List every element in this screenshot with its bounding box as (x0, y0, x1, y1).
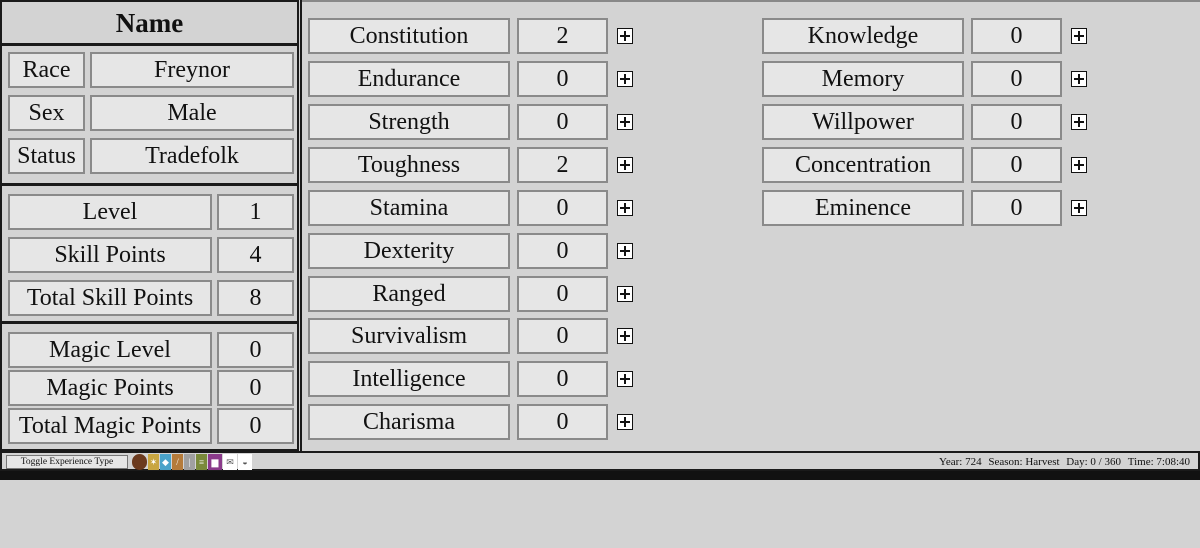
increase-intelligence-icon[interactable] (617, 371, 633, 387)
increase-knowledge-icon[interactable] (1071, 28, 1087, 44)
stat-memory-label: Memory (762, 61, 964, 97)
stat-dexterity-value: 0 (517, 233, 608, 269)
stat-memory-value: 0 (971, 61, 1062, 97)
bottom-divider (0, 471, 1200, 480)
stat-intelligence-value: 0 (517, 361, 608, 397)
status-label: Status (8, 138, 85, 174)
stat-endurance-value: 0 (517, 61, 608, 97)
level-panel: Level 1 Skill Points 4 Total Skill Point… (0, 184, 299, 323)
race-value: Freynor (90, 52, 294, 88)
torch-icon[interactable]: / (172, 454, 183, 470)
stat-willpower-value: 0 (971, 104, 1062, 140)
increase-endurance-icon[interactable] (617, 71, 633, 87)
stat-concentration-value: 0 (971, 147, 1062, 183)
stat-survivalism-label: Survivalism (308, 318, 510, 354)
magic-level-value: 0 (217, 332, 294, 368)
main-area-left-border (300, 0, 302, 451)
stat-strength-value: 0 (517, 104, 608, 140)
stat-dexterity-label: Dexterity (308, 233, 510, 269)
stat-survivalism-value: 0 (517, 318, 608, 354)
year-readout: Year: 724 (939, 456, 982, 468)
stat-stamina-label: Stamina (308, 190, 510, 226)
stat-intelligence-label: Intelligence (308, 361, 510, 397)
increase-stamina-icon[interactable] (617, 200, 633, 216)
increase-ranged-icon[interactable] (617, 286, 633, 302)
increase-eminence-icon[interactable] (1071, 200, 1087, 216)
magic-points-value: 0 (217, 370, 294, 406)
total-magic-points-value: 0 (217, 408, 294, 444)
blade-icon[interactable]: | (184, 454, 195, 470)
skill-points-value: 4 (217, 237, 294, 273)
sex-value: Male (90, 95, 294, 131)
chest-icon[interactable]: ▆ (208, 454, 222, 470)
character-name-heading: Name (115, 8, 184, 38)
stat-stamina-value: 0 (517, 190, 608, 226)
stat-charisma-value: 0 (517, 404, 608, 440)
stat-eminence-value: 0 (971, 190, 1062, 226)
stat-charisma-label: Charisma (308, 404, 510, 440)
time-readout: Time: 7:08:40 (1127, 456, 1190, 468)
stat-eminence-label: Eminence (762, 190, 964, 226)
magic-panel: Magic Level 0 Magic Points 0 Total Magic… (0, 322, 299, 451)
scroll-icon[interactable]: ≡ (196, 454, 207, 470)
level-label: Level (8, 194, 212, 230)
level-value: 1 (217, 194, 294, 230)
toggle-experience-type-button[interactable]: Toggle Experience Type (6, 455, 128, 469)
stat-constitution-label: Constitution (308, 18, 510, 54)
race-label: Race (8, 52, 85, 88)
character-info-panel: Race Freynor Sex Male Status Tradefolk (0, 44, 299, 185)
inventory-icon-strip: ✶ ◆ / | ≡ ▆ ✉ ◒ (132, 454, 253, 470)
pouch-icon[interactable]: ◒ (238, 454, 252, 470)
status-value: Tradefolk (90, 138, 294, 174)
letter-icon[interactable]: ✉ (223, 454, 237, 470)
stat-toughness-value: 2 (517, 147, 608, 183)
stat-endurance-label: Endurance (308, 61, 510, 97)
season-readout: Season: Harvest (988, 456, 1060, 468)
figure-icon[interactable]: ✶ (148, 454, 159, 470)
increase-constitution-icon[interactable] (617, 28, 633, 44)
stat-toughness-label: Toughness (308, 147, 510, 183)
stat-concentration-label: Concentration (762, 147, 964, 183)
creature-icon[interactable] (132, 454, 147, 470)
sex-label: Sex (8, 95, 85, 131)
name-panel: Name (0, 0, 299, 45)
stat-willpower-label: Willpower (762, 104, 964, 140)
crystal-icon[interactable]: ◆ (160, 454, 171, 470)
stat-constitution-value: 2 (517, 18, 608, 54)
main-area-top-border (300, 0, 1200, 2)
increase-dexterity-icon[interactable] (617, 243, 633, 259)
magic-level-label: Magic Level (8, 332, 212, 368)
total-skill-points-value: 8 (217, 280, 294, 316)
day-readout: Day: 0 / 360 (1066, 456, 1121, 468)
increase-strength-icon[interactable] (617, 114, 633, 130)
increase-concentration-icon[interactable] (1071, 157, 1087, 173)
total-skill-points-label: Total Skill Points (8, 280, 212, 316)
magic-points-label: Magic Points (8, 370, 212, 406)
stat-ranged-value: 0 (517, 276, 608, 312)
game-clock: Year: 724 Season: Harvest Day: 0 / 360 T… (935, 455, 1190, 469)
increase-charisma-icon[interactable] (617, 414, 633, 430)
stat-knowledge-value: 0 (971, 18, 1062, 54)
stat-ranged-label: Ranged (308, 276, 510, 312)
increase-toughness-icon[interactable] (617, 157, 633, 173)
increase-memory-icon[interactable] (1071, 71, 1087, 87)
increase-willpower-icon[interactable] (1071, 114, 1087, 130)
stat-strength-label: Strength (308, 104, 510, 140)
total-magic-points-label: Total Magic Points (8, 408, 212, 444)
stat-knowledge-label: Knowledge (762, 18, 964, 54)
bottom-status-bar: Toggle Experience Type ✶ ◆ / | ≡ ▆ ✉ ◒ Y… (0, 451, 1200, 471)
increase-survivalism-icon[interactable] (617, 328, 633, 344)
skill-points-label: Skill Points (8, 237, 212, 273)
